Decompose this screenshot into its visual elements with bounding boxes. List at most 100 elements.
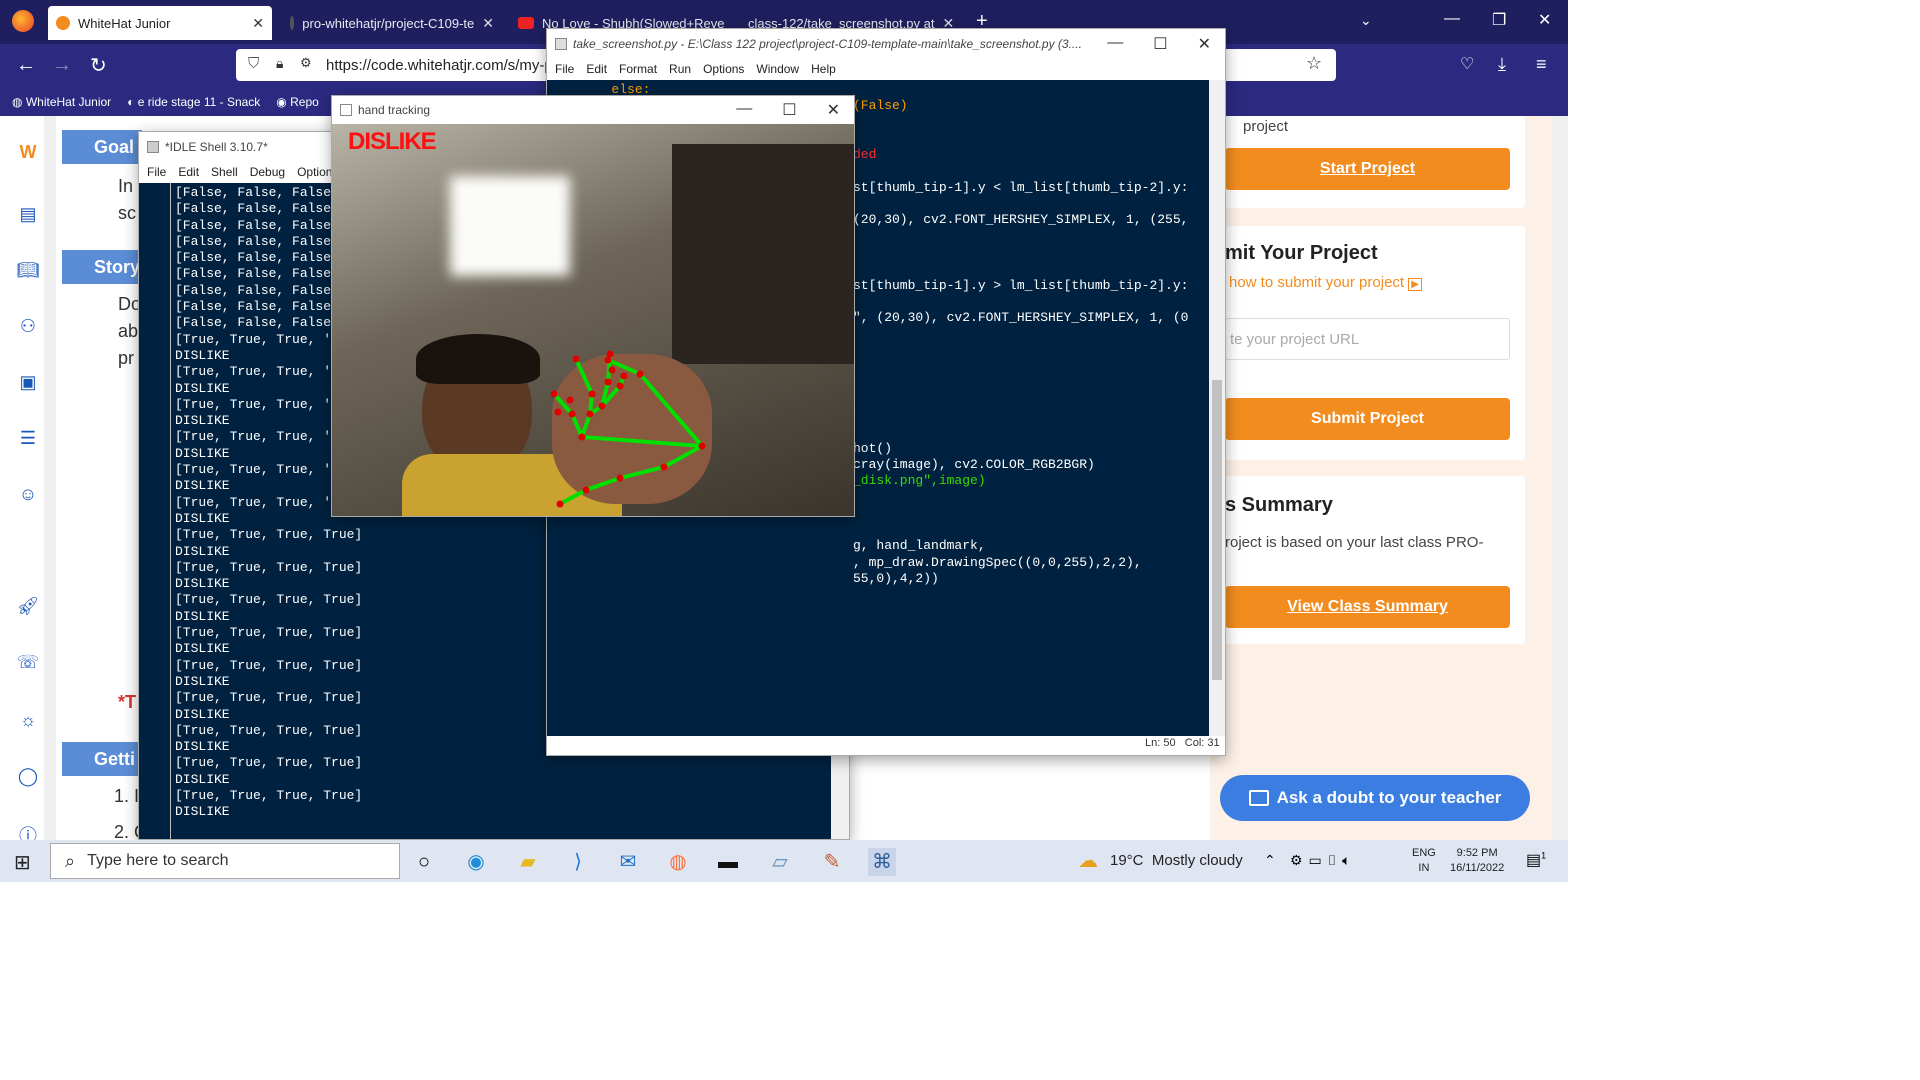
- permissions-icon: ⚙: [300, 55, 312, 70]
- notification-count: 1: [1541, 850, 1547, 861]
- mail-icon[interactable]: ✉: [614, 848, 642, 876]
- class-summary-card: s Summary roject is based on your last c…: [1225, 476, 1525, 644]
- shell-output-line: [True, True, True, True]: [175, 787, 363, 803]
- restore-icon[interactable]: ❐: [1492, 10, 1506, 30]
- chevron-down-icon[interactable]: ⌄: [1360, 12, 1372, 29]
- close-icon[interactable]: ✕: [252, 15, 264, 32]
- rocket-icon[interactable]: 🚀︎: [16, 596, 40, 620]
- chat-icon: [1248, 790, 1269, 806]
- notes-icon[interactable]: ▣: [16, 372, 40, 396]
- github-icon: [290, 16, 295, 30]
- menu-edit[interactable]: Edit: [178, 165, 199, 179]
- getting-started-heading-bar: Getti: [62, 742, 142, 776]
- window-icon: [340, 104, 352, 116]
- shell-gutter: [139, 183, 171, 839]
- taskbar-search[interactable]: ⌕ Type here to search: [50, 843, 400, 879]
- back-icon[interactable]: ←: [16, 54, 36, 77]
- how-to-submit-link[interactable]: how to submit your project ▶: [1229, 274, 1422, 291]
- vscode-icon[interactable]: ⟩: [564, 848, 592, 876]
- weather-text: 19°C Mostly cloudy: [1110, 852, 1243, 869]
- maximize-icon[interactable]: ☐: [1153, 34, 1167, 54]
- close-icon[interactable]: ✕: [482, 15, 494, 32]
- firefox-taskbar-icon[interactable]: ◍: [664, 848, 692, 876]
- project-url-input[interactable]: te your project URL: [1225, 318, 1510, 360]
- scrollbar-left[interactable]: [44, 116, 56, 840]
- search-icon: ⌕: [65, 850, 76, 871]
- youtube-icon: [518, 17, 534, 29]
- webcam-frame: DISLIKE: [332, 124, 854, 516]
- close-icon[interactable]: ✕: [1198, 34, 1211, 54]
- ask-doubt-button[interactable]: Ask a doubt to your teacher: [1220, 775, 1530, 821]
- tablet-icon[interactable]: ▱: [766, 848, 794, 876]
- menu-format[interactable]: Format: [619, 62, 657, 76]
- menu-edit[interactable]: Edit: [586, 62, 607, 76]
- hand-landmarks: [550, 350, 706, 508]
- menu-file[interactable]: File: [555, 62, 574, 76]
- view-class-summary-button[interactable]: View Class Summary: [1225, 586, 1510, 628]
- profile-icon[interactable]: ◯: [16, 766, 40, 790]
- bookmark-repo[interactable]: ◉ Repo: [276, 95, 319, 109]
- url-text: https://code.whitehatjr.com/s/my-p: [326, 56, 553, 74]
- forward-icon[interactable]: →: [52, 54, 72, 77]
- editor-scroll-thumb[interactable]: [1212, 380, 1222, 680]
- download-icon[interactable]: ⤓: [1498, 54, 1506, 75]
- bookmark-star-icon[interactable]: ☆: [1306, 53, 1322, 74]
- tab-whitehat[interactable]: WhiteHat Junior ✕: [48, 6, 272, 40]
- bookmark-whitehat[interactable]: ◍ WhiteHat Junior: [12, 95, 111, 109]
- hand-tracking-titlebar: hand tracking — ☐ ✕: [332, 96, 854, 124]
- play-icon: ▶: [1408, 278, 1422, 291]
- minimize-icon[interactable]: —: [1107, 34, 1123, 54]
- sun-icon[interactable]: ☼: [16, 710, 40, 734]
- tray-chevron-icon[interactable]: ⌃: [1264, 852, 1276, 869]
- windows-start-icon[interactable]: ⊞: [14, 850, 31, 875]
- start-project-button[interactable]: Start Project: [1225, 148, 1510, 190]
- editor-title: take_screenshot.py - E:\Class 122 projec…: [573, 37, 1082, 51]
- document-icon[interactable]: ☰: [16, 428, 40, 452]
- edge-icon[interactable]: ◉: [462, 848, 490, 876]
- file-explorer-icon[interactable]: ▰: [514, 848, 542, 876]
- pocket-icon[interactable]: ♡: [1460, 54, 1474, 74]
- code-line: g, hand_landmark,: [853, 538, 986, 554]
- editor-scrollbar[interactable]: [1209, 80, 1225, 736]
- firefox-icon[interactable]: [12, 10, 34, 32]
- menu-window[interactable]: Window: [756, 62, 799, 76]
- minimize-icon[interactable]: —: [736, 100, 752, 120]
- weather-icon[interactable]: ☁: [1078, 848, 1098, 873]
- hand-tracking-title: hand tracking: [358, 103, 431, 117]
- community-icon[interactable]: ⚇: [16, 316, 40, 340]
- submit-project-button[interactable]: Submit Project: [1225, 398, 1510, 440]
- reload-icon[interactable]: ↻: [90, 53, 107, 78]
- notification-icon[interactable]: ▤1: [1526, 850, 1546, 870]
- menu-options[interactable]: Options: [703, 62, 744, 76]
- search-placeholder: Type here to search: [87, 852, 229, 869]
- text-snippet: ab: [118, 321, 139, 341]
- menu-icon[interactable]: ≡: [1536, 54, 1547, 75]
- minimize-icon[interactable]: —: [1444, 10, 1460, 28]
- tab-github-project[interactable]: pro-whitehatjr/project-C109-te ✕: [282, 6, 502, 40]
- editor-titlebar: take_screenshot.py - E:\Class 122 projec…: [547, 29, 1225, 59]
- terminal-icon[interactable]: ▬: [714, 848, 742, 876]
- task-view-icon[interactable]: ○: [410, 848, 438, 876]
- system-tray-icons[interactable]: ⚙▭⌷🔈︎: [1290, 852, 1357, 869]
- menu-debug[interactable]: Debug: [250, 165, 285, 179]
- avatar-icon[interactable]: ☺: [16, 484, 40, 508]
- paint-icon[interactable]: ✎: [818, 848, 846, 876]
- whitehat-logo-icon[interactable]: W: [16, 142, 40, 166]
- menu-shell[interactable]: Shell: [211, 165, 238, 179]
- scrollbar-right[interactable]: [1552, 116, 1568, 840]
- bookmark-snack[interactable]: ◐ e ride stage 11 - Snack: [127, 95, 260, 109]
- python-idle-icon[interactable]: ⌘: [868, 848, 896, 876]
- book-icon[interactable]: 📖︎: [16, 260, 40, 284]
- text-snippet: 1. I: [114, 786, 140, 806]
- lang-indicator[interactable]: ENG IN: [1412, 846, 1436, 876]
- maximize-icon[interactable]: ☐: [782, 100, 796, 120]
- menu-help[interactable]: Help: [811, 62, 836, 76]
- menu-file[interactable]: File: [147, 165, 166, 179]
- close-window-icon[interactable]: ✕: [1538, 10, 1551, 30]
- clock[interactable]: 9:52 PM 16/11/2022: [1450, 846, 1504, 876]
- menu-run[interactable]: Run: [669, 62, 691, 76]
- support-icon[interactable]: ☏: [16, 652, 40, 676]
- close-icon[interactable]: ✕: [827, 100, 840, 120]
- dashboard-icon[interactable]: ▤: [16, 204, 40, 228]
